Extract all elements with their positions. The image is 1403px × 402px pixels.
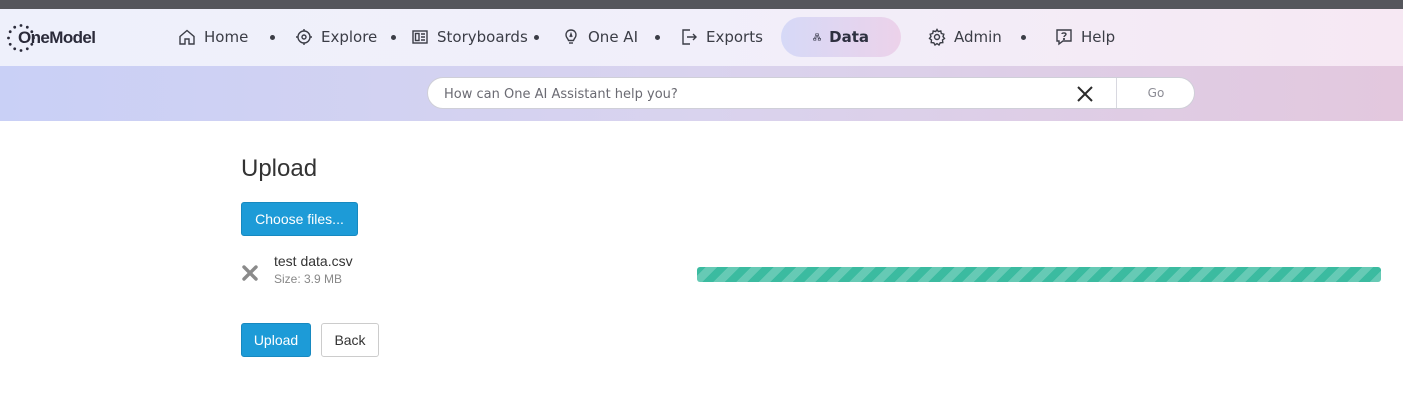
export-icon bbox=[682, 29, 697, 45]
upload-progress-fill bbox=[697, 267, 1381, 282]
nav-item-storyboards[interactable]: Storyboards bbox=[411, 17, 528, 57]
nav-label-exports: Exports bbox=[706, 28, 763, 46]
help-chat-icon bbox=[1056, 29, 1072, 46]
nav-item-explore[interactable]: Explore bbox=[295, 17, 377, 57]
explore-icon bbox=[296, 29, 312, 45]
nav-item-admin[interactable]: Admin bbox=[928, 17, 1002, 57]
storyboard-icon bbox=[412, 30, 428, 44]
back-button[interactable]: Back bbox=[321, 323, 379, 357]
file-size: Size: 3.9 MB bbox=[274, 272, 343, 286]
nav-label-explore: Explore bbox=[321, 28, 378, 46]
nav-item-data[interactable]: Data bbox=[781, 17, 901, 57]
nav-label-home: Home bbox=[204, 28, 249, 46]
nav-item-one-ai[interactable]: One AI bbox=[562, 17, 638, 57]
nav-label-data: Data bbox=[829, 28, 869, 46]
nav-separator-dot bbox=[655, 35, 660, 40]
gear-icon bbox=[928, 28, 946, 46]
go-button[interactable]: Go bbox=[1116, 78, 1195, 108]
nav-label-one-ai: One AI bbox=[588, 28, 638, 46]
nav-label-storyboards: Storyboards bbox=[437, 28, 528, 46]
assistant-search-input[interactable] bbox=[444, 84, 1064, 104]
logo-text: OneModel bbox=[18, 28, 96, 47]
nav-separator-dot bbox=[270, 35, 275, 40]
assistant-search-box: Go bbox=[427, 77, 1195, 109]
nav-item-home[interactable]: Home bbox=[178, 17, 248, 57]
choose-files-button[interactable]: Choose files... bbox=[241, 202, 358, 236]
nav-item-exports[interactable]: Exports bbox=[680, 17, 763, 57]
home-icon bbox=[179, 29, 195, 45]
remove-file-button[interactable] bbox=[241, 264, 259, 282]
close-icon bbox=[1077, 86, 1093, 102]
remove-x-icon bbox=[242, 265, 258, 281]
clear-search-button[interactable] bbox=[1074, 84, 1096, 104]
nav-separator-dot bbox=[534, 35, 539, 40]
window-top-strip bbox=[0, 0, 1403, 9]
page-title: Upload bbox=[241, 155, 318, 182]
nav-separator-dot bbox=[1021, 35, 1026, 40]
lightbulb-icon bbox=[565, 29, 577, 44]
nav-label-admin: Admin bbox=[954, 28, 1002, 46]
nav-item-help[interactable]: Help bbox=[1055, 17, 1115, 57]
data-hierarchy-icon bbox=[813, 33, 821, 41]
assistant-search-band: Go bbox=[0, 66, 1403, 121]
onemodel-logo[interactable]: OneModel bbox=[6, 22, 96, 54]
nav-label-help: Help bbox=[1081, 28, 1116, 46]
upload-progress-bar bbox=[697, 267, 1381, 282]
top-navbar: OneModel Home Explore Storyboards One AI… bbox=[0, 9, 1403, 66]
upload-button[interactable]: Upload bbox=[241, 323, 311, 357]
file-name: test data.csv bbox=[274, 253, 353, 269]
nav-separator-dot bbox=[391, 35, 396, 40]
